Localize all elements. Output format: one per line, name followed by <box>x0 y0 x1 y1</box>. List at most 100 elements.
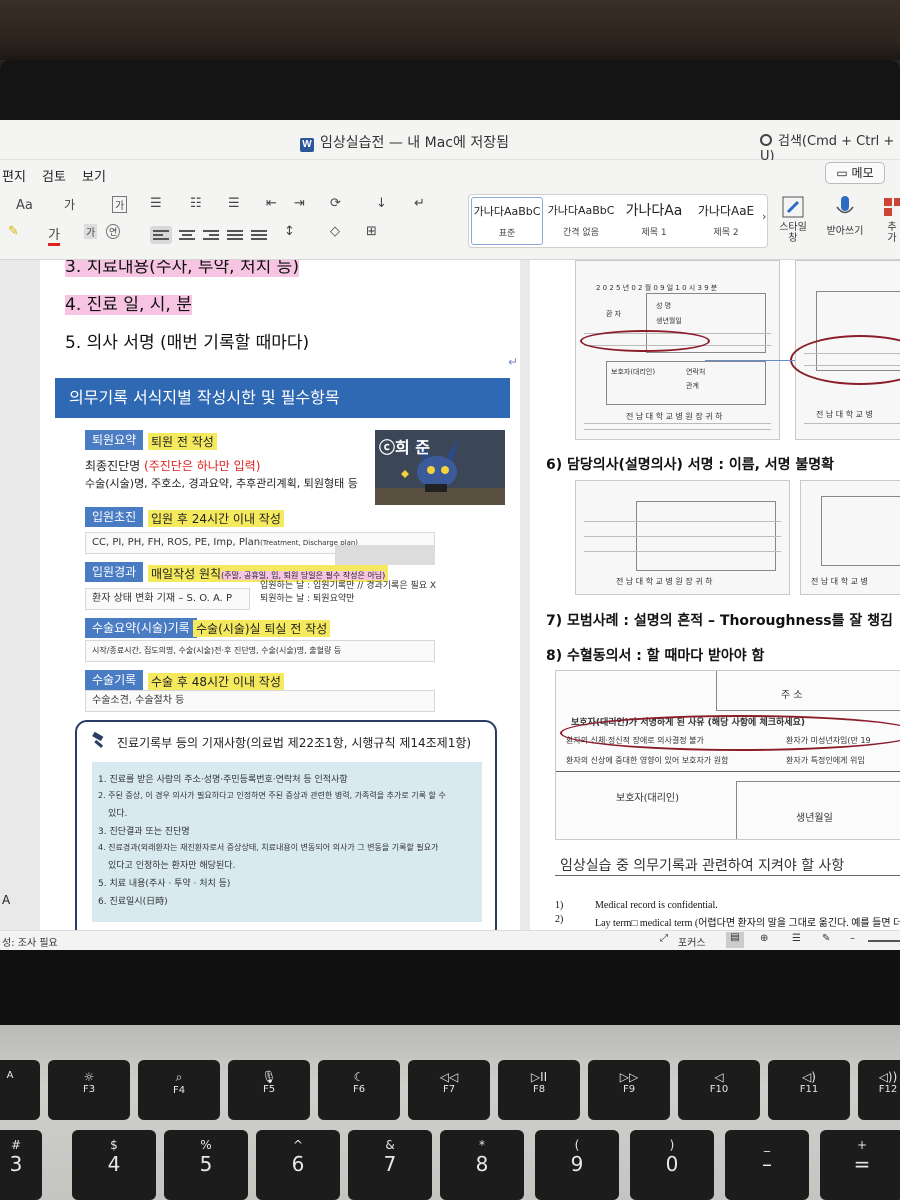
style-no-spacing[interactable]: 가나다AaBbC 간격 없음 <box>545 197 617 245</box>
proofing-status[interactable]: 성: 조사 필요 <box>2 934 58 949</box>
legal-title: 진료기록부 등의 기재사항(의료법 제22조1항, 시행규칙 제14조제1항) <box>117 736 472 750</box>
key[interactable]: 🎙 F5 <box>228 1060 310 1120</box>
align-left-button[interactable] <box>150 226 172 244</box>
character-shading-icon[interactable]: 가 <box>84 224 98 239</box>
focus-icon[interactable]: ⤢ <box>660 933 668 944</box>
zoom-out-icon[interactable]: – <box>850 933 855 944</box>
print-layout-icon[interactable]: ▤ <box>726 932 744 948</box>
style-gallery: 가나다AaBbC 표준 가나다AaBbC 간격 없음 가나다Aa 제목 1 가나… <box>468 194 768 248</box>
annotation-circle <box>580 330 710 352</box>
key[interactable]: ) 0 <box>630 1130 714 1200</box>
phonetic-guide-icon[interactable]: 가 <box>64 196 75 213</box>
list-item: 3. 치료내용(수사, 투약, 처치 등) <box>65 260 299 277</box>
key[interactable]: ▷▷ F9 <box>588 1060 670 1120</box>
show-marks-icon[interactable]: ↵ <box>414 196 425 211</box>
enclosed-character-icon[interactable]: 연 <box>106 224 121 239</box>
form-table <box>716 671 900 711</box>
search-box[interactable]: 검색(Cmd + Ctrl + U) <box>760 130 900 164</box>
gavel-icon <box>92 732 104 748</box>
draft-view-icon[interactable]: ✎ <box>822 933 830 944</box>
tab-review[interactable]: 검토 <box>42 166 66 185</box>
key[interactable]: ⌕ F4 <box>138 1060 220 1120</box>
key[interactable]: ◁ F10 <box>678 1060 760 1120</box>
sort-icon[interactable]: ↓ <box>376 196 387 211</box>
line-spacing-icon[interactable]: ↕ <box>284 224 295 239</box>
multilevel-list-icon[interactable]: ☰ <box>228 196 240 211</box>
form-caption: 전 남 대 학 교 병 <box>811 577 868 586</box>
key[interactable]: A <box>0 1060 40 1120</box>
section-note: 퇴원하는 날 : 퇴원요약만 <box>260 594 355 604</box>
numbered-list-icon[interactable]: ☷ <box>190 196 202 211</box>
legal-item: 4. 진료경과(외래환자는 재진환자로서 증상상태, 치료내용이 변동되어 의사… <box>98 843 439 852</box>
focus-label[interactable]: 포커스 <box>678 934 706 949</box>
transfusion-form-scan: 주 소 보호자(대리인)가 서명하게 된 사유 (해당 사항에 체크하세요) 환… <box>555 670 900 840</box>
rule-text: Medical record is confidential. <box>595 900 718 911</box>
legal-requirements-box: 진료기록부 등의 기재사항(의료법 제22조1항, 시행규칙 제14조제1항) … <box>75 720 497 930</box>
font-case-button[interactable]: Aa <box>16 198 33 213</box>
addins-label: 추 가 <box>887 222 897 244</box>
addins-button[interactable]: 추 가 <box>880 194 900 244</box>
key[interactable]: (9 <box>535 1130 619 1200</box>
decrease-indent-icon[interactable]: ⇤ <box>266 196 277 211</box>
ribbon-toolbar: Aa 가 가 ☰ ☷ ☰ ⇤ ⇥ ⟳ ↓ ↵ ✎ 가 가 연 ↕ ◇ ⊞ 가나다… <box>0 190 900 260</box>
signature-form-scan: 전 남 대 학 교 병 <box>800 480 900 595</box>
increase-indent-icon[interactable]: ⇥ <box>294 196 305 211</box>
borders-icon[interactable]: ⊞ <box>366 224 377 239</box>
watermark-text: ⓒ희 준 <box>379 438 431 457</box>
memo-button[interactable]: ▭ 메모 <box>825 162 885 184</box>
key[interactable]: ▷II F8 <box>498 1060 580 1120</box>
justify-button[interactable] <box>224 226 246 244</box>
dictate-button[interactable]: 받아쓰기 <box>820 194 870 237</box>
legal-item: 있다고 인정하는 환자만 해당된다. <box>108 861 236 871</box>
zoom-slider[interactable] <box>868 940 900 942</box>
style-heading-2[interactable]: 가나다AaE 제목 2 <box>691 197 761 245</box>
style-name: 간격 없음 <box>563 228 599 238</box>
gallery-more-icon[interactable]: › <box>762 210 766 223</box>
key[interactable]: % 5 <box>164 1130 248 1200</box>
style-heading-1[interactable]: 가나다Aa 제목 1 <box>619 197 689 245</box>
key[interactable]: * 8 <box>440 1130 524 1200</box>
key[interactable]: ◁)) F12 <box>858 1060 900 1120</box>
highlight-icon[interactable]: ✎ <box>8 224 19 239</box>
legal-item: 3. 진단결과 또는 진단명 <box>98 827 190 837</box>
key[interactable]: #3 <box>0 1130 42 1200</box>
key[interactable]: $4 <box>72 1130 156 1200</box>
distribute-button[interactable] <box>248 226 270 244</box>
bullet-list-icon[interactable]: ☰ <box>150 196 162 211</box>
shading-icon[interactable]: ◇ <box>330 224 340 239</box>
font-color-icon[interactable]: 가 <box>48 224 60 246</box>
section-label: 수술기록 <box>85 670 144 690</box>
outline-view-icon[interactable]: ☰ <box>792 933 801 944</box>
document-area: A 3. 치료내용(수사, 투약, 처치 등) 4. 진료 일, 시, 분 5.… <box>0 260 900 930</box>
styles-pane-button[interactable]: 스타일 창 <box>773 194 813 244</box>
key[interactable]: ◁) F11 <box>768 1060 850 1120</box>
laptop-hinge <box>0 950 900 1025</box>
tab-layout[interactable]: 편지 <box>2 166 26 185</box>
key[interactable]: ☾ F6 <box>318 1060 400 1120</box>
tab-view[interactable]: 보기 <box>82 166 106 185</box>
paragraph-mark: ↵ <box>508 355 519 369</box>
key[interactable]: ◁◁ F7 <box>408 1060 490 1120</box>
left-page[interactable]: 3. 치료내용(수사, 투약, 처치 등) 4. 진료 일, 시, 분 5. 의… <box>40 260 520 930</box>
style-normal[interactable]: 가나다AaBbC 표준 <box>471 197 543 245</box>
key[interactable]: + = <box>820 1130 900 1200</box>
right-page[interactable]: 2 0 2 5 년 0 2 월 0 9 일 1 0 시 3 9 분 성 명 생년… <box>530 260 900 930</box>
legal-item: 2. 주된 증상, 이 경우 의사가 필요하다고 인정하면 주된 증상과 관련한… <box>98 791 446 800</box>
style-name: 제목 1 <box>641 228 667 238</box>
key[interactable]: _ – <box>725 1130 809 1200</box>
character-border-icon[interactable]: 가 <box>112 196 128 213</box>
document-title[interactable]: W 임상실습전 — 내 Mac에 저장됨 <box>300 132 509 152</box>
web-layout-icon[interactable]: ⊕ <box>760 933 768 944</box>
form-table <box>736 781 900 839</box>
form-table <box>821 496 900 566</box>
align-center-button[interactable] <box>176 226 198 244</box>
key[interactable]: & 7 <box>348 1130 432 1200</box>
key[interactable]: ^ 6 <box>256 1130 340 1200</box>
title-bar: W 임상실습전 — 내 Mac에 저장됨 검색(Cmd + Ctrl + U) <box>0 120 900 164</box>
key[interactable]: ☼ F3 <box>48 1060 130 1120</box>
align-right-button[interactable] <box>200 226 222 244</box>
asian-layout-icon[interactable]: ⟳ <box>330 196 341 211</box>
section-content: 시작/종료시간, 집도의명, 수술(시술)전·후 진단명, 수술(시술)명, 출… <box>85 640 435 662</box>
underline <box>555 875 900 876</box>
form-label: 환 자 <box>606 310 622 318</box>
